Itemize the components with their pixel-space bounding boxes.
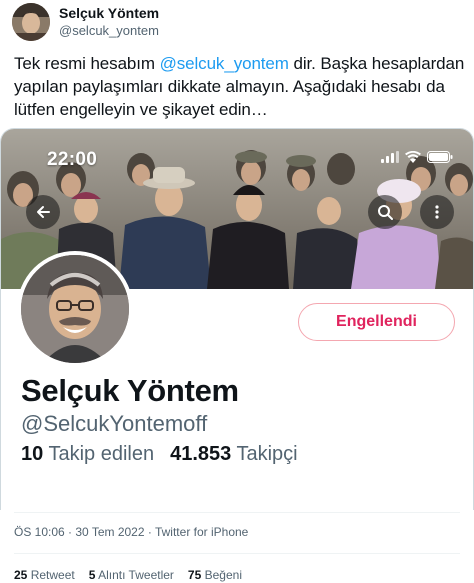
blocked-button[interactable]: Engellendi bbox=[298, 303, 455, 341]
back-arrow-icon bbox=[37, 206, 50, 218]
stats-divider bbox=[14, 553, 460, 554]
tweet-author[interactable]: Selçuk Yöntem @selcuk_yontem bbox=[12, 3, 159, 41]
author-handle[interactable]: @selcuk_yontem bbox=[59, 22, 159, 39]
quotes-label: Alıntı Tweetler bbox=[98, 568, 174, 582]
tweet-timestamp[interactable]: ÖS 10:06 · 30 Tem 2022 · Twitter for iPh… bbox=[14, 525, 248, 539]
status-time: 22:00 bbox=[47, 149, 98, 170]
back-button[interactable] bbox=[26, 195, 60, 229]
likes-stat[interactable]: 75 Beğeni bbox=[188, 568, 242, 582]
profile-avatar[interactable] bbox=[17, 251, 133, 367]
following-label: Takip edilen bbox=[48, 443, 155, 465]
search-icon bbox=[378, 205, 393, 220]
retweets-label: Retweet bbox=[30, 568, 75, 582]
more-icon bbox=[435, 205, 439, 219]
tweet: Selçuk Yöntem @selcuk_yontem Tek resmi h… bbox=[0, 0, 474, 583]
followers-link[interactable]: 41.853 Takipçi bbox=[170, 443, 298, 465]
follow-counts: 10 Takip edilen 41.853 Takipçi bbox=[21, 443, 298, 466]
followers-count: 41.853 bbox=[170, 443, 232, 465]
search-button[interactable] bbox=[368, 195, 402, 229]
profile-handle: @SelcukYontemoff bbox=[21, 411, 208, 436]
quotes-stat[interactable]: 5 Alıntı Tweetler bbox=[89, 568, 174, 582]
likes-count: 75 bbox=[187, 568, 202, 582]
more-button[interactable] bbox=[420, 195, 454, 229]
retweets-count: 25 bbox=[14, 568, 28, 582]
author-avatar[interactable] bbox=[12, 3, 50, 41]
following-link[interactable]: 10 Takip edilen bbox=[21, 443, 154, 465]
profile-card: Engellendi Selçuk Yöntem @SelcukYontemof… bbox=[1, 251, 473, 510]
mention-link[interactable]: @selcuk_yontem bbox=[160, 54, 289, 73]
signal-icon bbox=[381, 151, 399, 163]
author-name[interactable]: Selçuk Yöntem bbox=[59, 5, 159, 22]
media-divider bbox=[14, 512, 460, 513]
battery-icon bbox=[427, 151, 453, 163]
tweet-text-before: Tek resmi hesabım bbox=[14, 54, 160, 73]
tweet-media[interactable]: 22:00 Engellendi Selçuk Yöntem @SelcukYo… bbox=[0, 128, 474, 510]
following-count: 10 bbox=[21, 443, 44, 465]
likes-label: Beğeni bbox=[204, 568, 242, 582]
profile-name: Selçuk Yöntem bbox=[21, 373, 239, 408]
wifi-icon bbox=[405, 151, 421, 163]
tweet-text: Tek resmi hesabım @selcuk_yontem dir. Ba… bbox=[14, 52, 466, 121]
followers-label: Takipçi bbox=[236, 443, 298, 465]
quotes-count: 5 bbox=[88, 568, 96, 582]
status-icons bbox=[381, 151, 453, 163]
retweets-stat[interactable]: 25 Retweet bbox=[14, 568, 75, 582]
tweet-stats: 25 Retweet 5 Alıntı Tweetler 75 Beğeni bbox=[14, 568, 242, 582]
